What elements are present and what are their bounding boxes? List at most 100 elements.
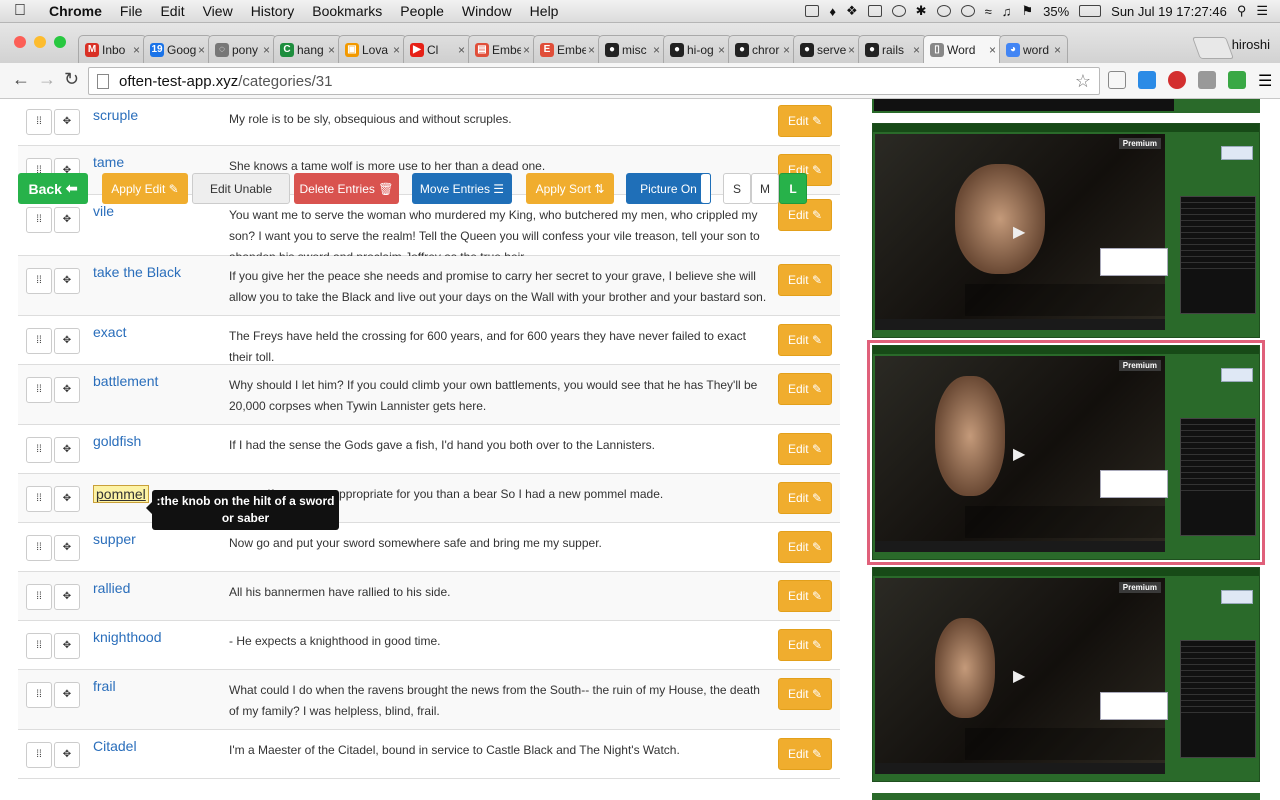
tab-2[interactable]: ◌ pony × bbox=[208, 35, 277, 63]
video-card[interactable]: fPremium▶ bbox=[867, 340, 1265, 565]
play-icon[interactable]: ▶ bbox=[1013, 666, 1025, 686]
picture-on-button[interactable]: Picture On bbox=[626, 173, 711, 204]
move-cross-icon[interactable]: ✥ bbox=[54, 328, 80, 354]
move-cross-icon[interactable]: ✥ bbox=[54, 268, 80, 294]
menu-bookmarks[interactable]: Bookmarks bbox=[303, 3, 391, 19]
size-m-button[interactable]: M bbox=[751, 173, 779, 204]
video-controls[interactable] bbox=[875, 763, 1165, 774]
menu-edit[interactable]: Edit bbox=[151, 3, 193, 19]
tab-close-icon[interactable]: × bbox=[458, 43, 465, 57]
edit-button[interactable]: Edit ✎ bbox=[778, 531, 832, 563]
tab-close-icon[interactable]: × bbox=[198, 43, 205, 57]
tab-1[interactable]: 19 Goog × bbox=[143, 35, 212, 63]
tab-0[interactable]: M Inbo × bbox=[78, 35, 147, 63]
bookmark-star-icon[interactable]: ☆ bbox=[1075, 71, 1091, 92]
tab-close-icon[interactable]: × bbox=[653, 43, 660, 57]
video-player[interactable]: Premium ▶ bbox=[875, 578, 1165, 774]
video-player[interactable]: Premium ▶ bbox=[875, 356, 1165, 552]
tab-close-icon[interactable]: × bbox=[913, 43, 920, 57]
move-cross-icon[interactable]: ✥ bbox=[54, 633, 80, 659]
menu-people[interactable]: People bbox=[391, 3, 453, 19]
bluetooth-icon[interactable]: ✱ bbox=[916, 3, 927, 19]
entry-word[interactable]: scruple bbox=[93, 107, 138, 123]
edit-button[interactable]: Edit ✎ bbox=[778, 580, 832, 612]
play-icon[interactable]: ▶ bbox=[1013, 222, 1025, 242]
window-icon[interactable] bbox=[867, 5, 882, 17]
tab-close-icon[interactable]: × bbox=[133, 43, 140, 57]
drag-grid-icon[interactable]: ⁞⁞ bbox=[26, 268, 52, 294]
back-arrow-icon[interactable]: ← bbox=[12, 69, 30, 90]
move-cross-icon[interactable]: ✥ bbox=[54, 535, 80, 561]
tab-9[interactable]: ● hi-og × bbox=[663, 35, 732, 63]
apply-edit-button[interactable]: Apply Edit ✎ bbox=[102, 173, 188, 204]
edit-button[interactable]: Edit ✎ bbox=[778, 105, 832, 137]
forward-arrow-icon[interactable]: → bbox=[38, 69, 56, 90]
notification-list-icon[interactable]: ☰ bbox=[1256, 3, 1268, 19]
move-cross-icon[interactable]: ✥ bbox=[54, 742, 80, 768]
tab-3[interactable]: Chang × bbox=[273, 35, 342, 63]
clock[interactable]: Sun Jul 19 17:27:46 bbox=[1111, 4, 1227, 19]
entry-word[interactable]: take the Black bbox=[93, 264, 181, 280]
move-cross-icon[interactable]: ✥ bbox=[54, 682, 80, 708]
tab-close-icon[interactable]: × bbox=[328, 43, 335, 57]
edit-button[interactable]: Edit ✎ bbox=[778, 324, 832, 356]
tab-11[interactable]: ● serve × bbox=[793, 35, 862, 63]
dropbox-icon[interactable]: ❖ bbox=[846, 3, 858, 19]
apply-sort-button[interactable]: Apply Sort ⇅ bbox=[526, 173, 614, 204]
drag-grid-icon[interactable]: ⁞⁞ bbox=[26, 535, 52, 561]
menu-app-name[interactable]: Chrome bbox=[40, 3, 111, 19]
video-card[interactable]: fPremium▶ bbox=[872, 123, 1260, 338]
edit-button[interactable]: Edit ✎ bbox=[778, 373, 832, 405]
drag-grid-icon[interactable]: ⁞⁞ bbox=[26, 682, 52, 708]
move-entries-button[interactable]: Move Entries ☰ bbox=[412, 173, 512, 204]
spotlight-search-icon[interactable]: ⚲ bbox=[1237, 3, 1247, 19]
tab-close-icon[interactable]: × bbox=[1054, 43, 1061, 57]
tab-8[interactable]: ● misc × bbox=[598, 35, 667, 63]
tab-4[interactable]: ▣ Lova × bbox=[338, 35, 407, 63]
flag-icon[interactable]: ⚑ bbox=[1021, 3, 1033, 19]
menu-file[interactable]: File bbox=[111, 3, 152, 19]
delete-entries-button[interactable]: Delete Entries 🗑 bbox=[294, 173, 399, 204]
tab-close-icon[interactable]: × bbox=[783, 43, 790, 57]
chrome-menu-icon[interactable]: ☰ bbox=[1258, 71, 1272, 90]
tab-14[interactable]: ◕ word × bbox=[999, 35, 1068, 63]
drag-grid-icon[interactable]: ⁞⁞ bbox=[26, 437, 52, 463]
video-controls[interactable] bbox=[875, 319, 1165, 330]
record-icon[interactable] bbox=[891, 5, 906, 17]
entry-word[interactable]: Citadel bbox=[93, 738, 137, 754]
menu-help[interactable]: Help bbox=[521, 3, 568, 19]
tab-5[interactable]: ▶ Cl × bbox=[403, 35, 472, 63]
entry-word[interactable]: pommel bbox=[93, 485, 149, 503]
tab-close-icon[interactable]: × bbox=[848, 43, 855, 57]
bell-icon[interactable]: ♦ bbox=[829, 4, 836, 19]
video-player[interactable]: Premium ▶ bbox=[875, 134, 1165, 330]
new-tab-button[interactable] bbox=[1191, 37, 1235, 59]
entry-word[interactable]: supper bbox=[93, 531, 136, 547]
tab-7[interactable]: E Embe × bbox=[533, 35, 602, 63]
tab-close-icon[interactable]: × bbox=[523, 43, 530, 57]
menu-history[interactable]: History bbox=[242, 3, 304, 19]
drag-grid-icon[interactable]: ⁞⁞ bbox=[26, 742, 52, 768]
video-card[interactable]: fPremium▶ bbox=[872, 567, 1260, 782]
move-cross-icon[interactable]: ✥ bbox=[54, 377, 80, 403]
battery-percent[interactable]: 35% bbox=[1043, 4, 1069, 19]
vivaldi-extension-icon[interactable] bbox=[1168, 71, 1186, 89]
edit-button[interactable]: Edit ✎ bbox=[778, 678, 832, 710]
wifi-icon[interactable]: ≈ bbox=[985, 4, 992, 19]
move-cross-icon[interactable]: ✥ bbox=[54, 486, 80, 512]
tab-10[interactable]: ● chror × bbox=[728, 35, 797, 63]
drag-grid-icon[interactable]: ⁞⁞ bbox=[26, 328, 52, 354]
drag-grid-icon[interactable]: ⁞⁞ bbox=[26, 109, 52, 135]
extension-screen-icon[interactable] bbox=[1138, 71, 1156, 89]
time-machine-icon[interactable] bbox=[960, 5, 975, 17]
entry-word[interactable]: exact bbox=[93, 324, 126, 340]
tab-close-icon[interactable]: × bbox=[588, 43, 595, 57]
entry-word[interactable]: rallied bbox=[93, 580, 130, 596]
tab-close-icon[interactable]: × bbox=[263, 43, 270, 57]
apple-menu-icon[interactable]:  bbox=[0, 2, 40, 20]
b-extension-icon[interactable] bbox=[1228, 71, 1246, 89]
play-icon[interactable]: ▶ bbox=[1013, 444, 1025, 464]
edit-button[interactable]: Edit ✎ bbox=[778, 482, 832, 514]
zoom-window-button[interactable] bbox=[54, 36, 66, 48]
edit-unable-button[interactable]: Edit Unable bbox=[192, 173, 290, 204]
